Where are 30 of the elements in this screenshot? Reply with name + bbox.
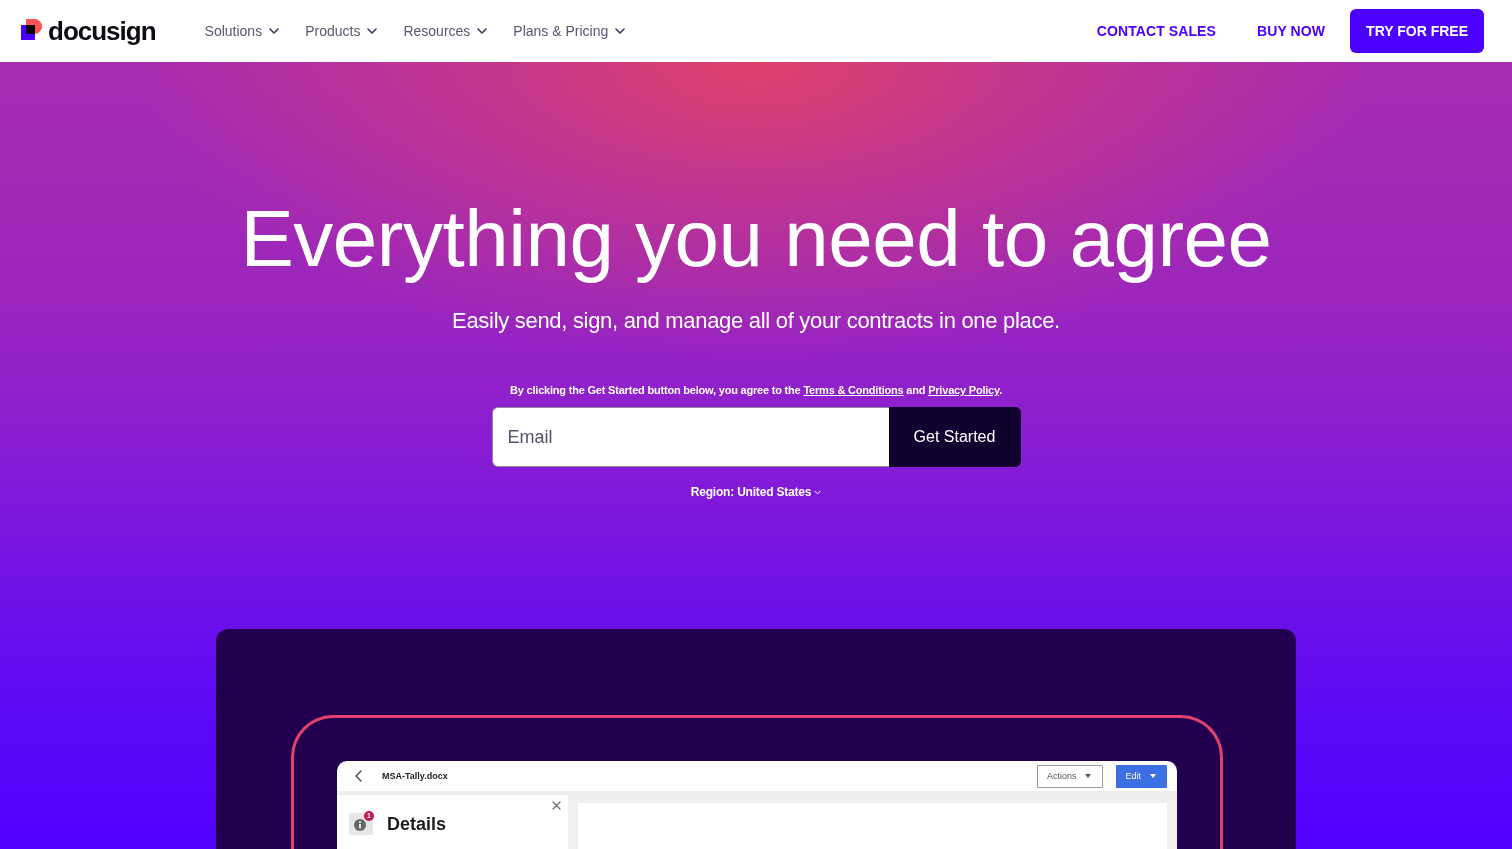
info-icon	[349, 813, 373, 835]
logo-icon[interactable]	[21, 18, 42, 40]
nav-link[interactable]: CONTACT SALES	[1096, 22, 1216, 40]
hero-heading: Everything you need to agree	[240, 195, 1272, 283]
nav-menu-item[interactable]: Products	[305, 22, 378, 40]
nav-menu-item[interactable]: Resources	[403, 22, 488, 40]
panel-title: Details	[387, 813, 447, 835]
hero-subheading: Easily send, sign, and manage all of your contracts in one place.	[452, 308, 1060, 334]
consent-link[interactable]: Terms & Conditions	[803, 384, 904, 396]
chevron-down-icon	[269, 28, 280, 34]
close-icon[interactable]	[552, 801, 561, 810]
caret-icon	[1085, 774, 1092, 778]
caret-icon	[1150, 774, 1156, 778]
nav-link[interactable]: BUY NOW	[1257, 22, 1326, 40]
back-icon[interactable]	[355, 770, 362, 782]
caret-icon	[814, 489, 822, 495]
get-started-button[interactable]: Get Started	[888, 407, 1021, 467]
nav-menu-item[interactable]: Solutions	[204, 22, 280, 40]
chevron-down-icon	[367, 28, 378, 34]
chevron-down-icon	[477, 28, 488, 34]
edit-button[interactable]: Edit	[1116, 764, 1167, 788]
nav-menu-item[interactable]: Plans & Pricing	[513, 22, 626, 40]
region-selector[interactable]: Region: United States	[690, 484, 822, 500]
actions-dropdown[interactable]: Actions	[1036, 764, 1104, 788]
document-filename: MSA-Tally.docx	[382, 771, 448, 781]
try-free-button[interactable]: TRY FOR FREE	[1350, 9, 1484, 53]
logo-wordmark[interactable]: docusign	[48, 16, 156, 46]
consent-text: By clicking the Get Started button below, you agree to the Terms & Conditions and Privacy Policy.	[510, 383, 1002, 397]
email-field[interactable]: Email	[491, 407, 889, 467]
chevron-down-icon	[615, 28, 626, 34]
